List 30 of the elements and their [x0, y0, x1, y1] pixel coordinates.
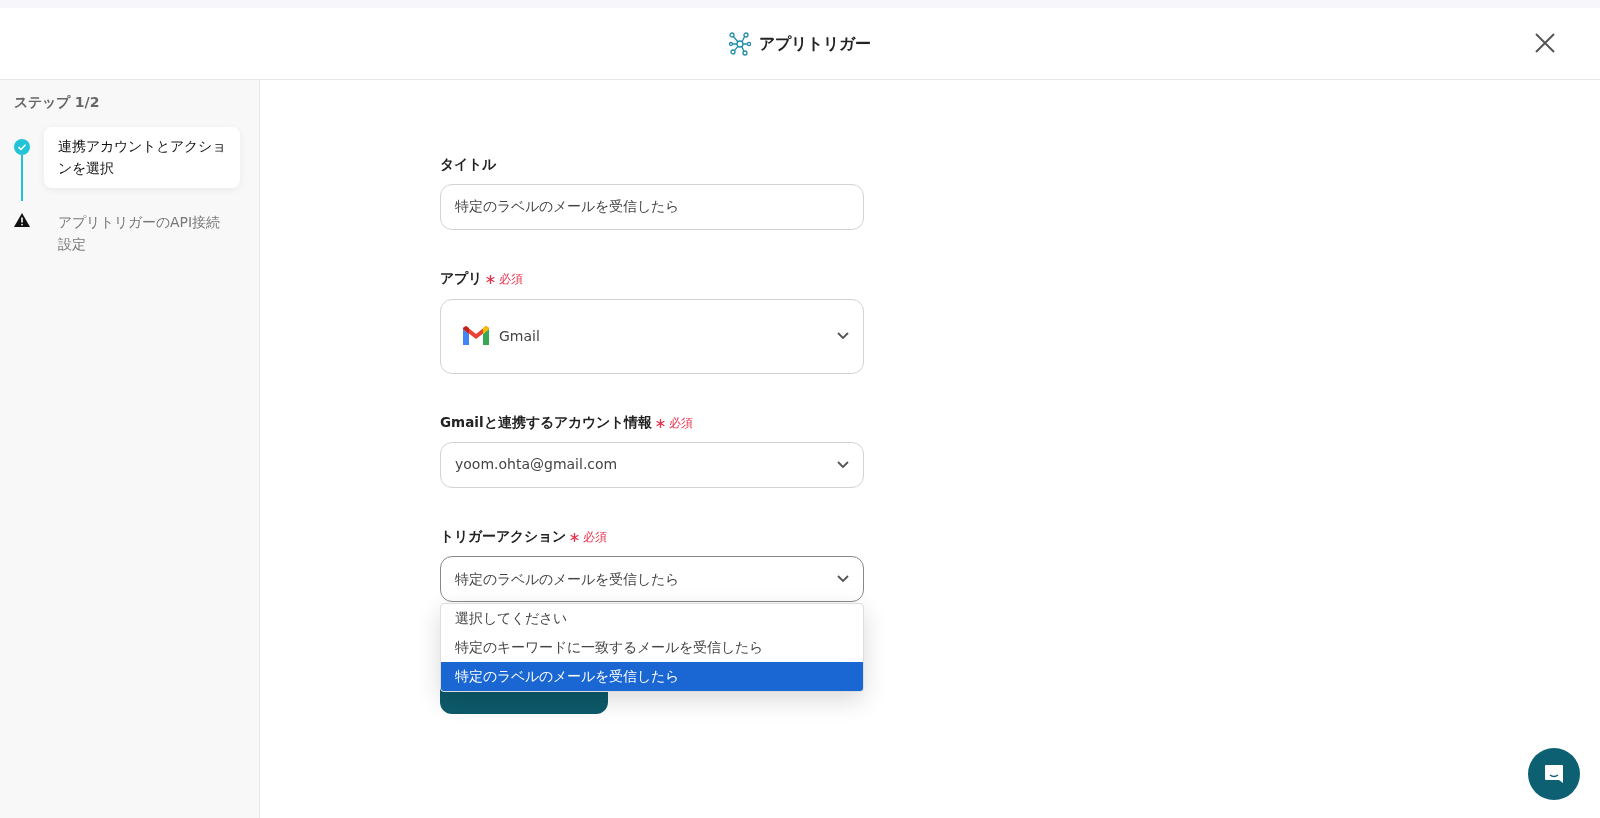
chevron-down-icon — [837, 575, 849, 583]
required-note: 必須 — [668, 415, 693, 430]
asterisk-icon — [570, 532, 579, 542]
app-select[interactable]: Gmail — [440, 298, 864, 374]
select-field[interactable]: 特定のラベルのメールを受信したら — [440, 556, 864, 602]
chevron-down-icon — [837, 460, 849, 469]
text-field[interactable]: 特定のラベルのメールを受信したら — [440, 184, 864, 231]
chat-button[interactable] — [1528, 748, 1580, 800]
field-label: アプリ — [440, 270, 482, 287]
envelope-m-icon — [461, 325, 491, 347]
close-button[interactable] — [1534, 32, 1556, 54]
field-label: Gmailと連携するアカウント情報 — [440, 413, 652, 430]
dialog-title: アプリトリガー — [759, 32, 871, 55]
field-label: トリガーアクション — [440, 527, 566, 544]
network-icon — [729, 31, 751, 56]
required-note: 必須 — [499, 272, 523, 287]
chevron-down-icon — [837, 332, 849, 340]
step-counter: ステップ 1/2 — [14, 93, 101, 112]
warning-icon — [14, 213, 30, 227]
field-label: タイトル — [440, 156, 496, 172]
required-note: 必須 — [583, 529, 607, 544]
chat-bubble-icon — [1542, 762, 1566, 786]
select-field[interactable]: yoom.ohta@gmail.com — [440, 441, 864, 488]
dropdown-option[interactable]: 特定のラベルのメールを受信したら — [441, 662, 863, 691]
dropdown-option[interactable]: 特定のキーワードに一致するメールを受信したら — [441, 633, 863, 662]
dropdown-option[interactable]: 選択してください — [441, 604, 863, 633]
step-item[interactable]: 連携アカウントとアクションを選択 — [44, 127, 240, 188]
step-item[interactable]: アプリトリガーのAPI接続設定 — [44, 203, 240, 264]
asterisk-icon — [486, 275, 495, 285]
asterisk-icon — [655, 418, 665, 428]
